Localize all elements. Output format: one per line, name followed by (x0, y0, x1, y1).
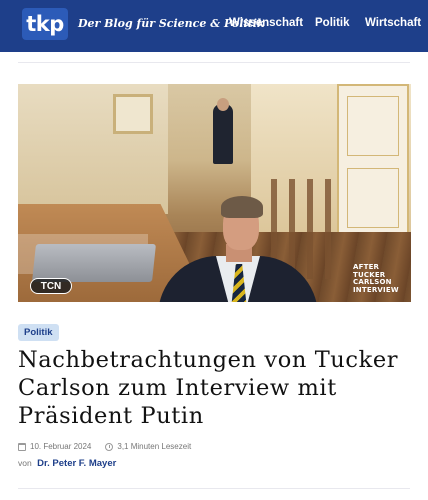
image-window (113, 94, 153, 134)
nav-item-wirtschaft[interactable]: Wirtschaft (365, 17, 421, 29)
byline-prefix: von (18, 458, 32, 468)
article-hero-image[interactable]: TCN AFTER TUCKER CARLSON INTERVIEW (18, 84, 411, 302)
author-link[interactable]: Dr. Peter F. Mayer (37, 458, 116, 469)
image-laptop (32, 244, 156, 282)
article-byline: von Dr. Peter F. Mayer (18, 458, 116, 469)
reading-time-text: 3,1 Minuten Lesezeit (117, 442, 192, 451)
nav-item-wissenschaft[interactable]: Wissenschaft (229, 17, 303, 29)
tcn-watermark: TCN (30, 278, 72, 294)
divider (18, 488, 410, 489)
image-person-hair (221, 196, 263, 218)
site-header: tkp Der Blog für Science & Politik Wisse… (0, 0, 428, 52)
article-date-text: 10. Februar 2024 (30, 442, 92, 451)
image-background-person (213, 104, 233, 164)
category-badge[interactable]: Politik (18, 324, 59, 341)
site-logo[interactable]: tkp (22, 8, 68, 40)
calendar-icon (18, 442, 26, 451)
image-door (337, 84, 409, 244)
clock-icon (105, 442, 114, 451)
article-title[interactable]: Nachbetrachtungen von Tucker Carlson zum… (18, 346, 413, 430)
article-meta: 10. Februar 2024 3,1 Minuten Lesezeit (18, 442, 205, 451)
after-interview-watermark: AFTER TUCKER CARLSON INTERVIEW (353, 263, 401, 294)
reading-time: 3,1 Minuten Lesezeit (105, 442, 191, 451)
divider (18, 62, 410, 63)
watermark-line: INTERVIEW (353, 285, 399, 294)
image-background-person-head (217, 98, 229, 111)
article-date: 10. Februar 2024 (18, 442, 91, 451)
nav-item-politik[interactable]: Politik (315, 17, 350, 29)
